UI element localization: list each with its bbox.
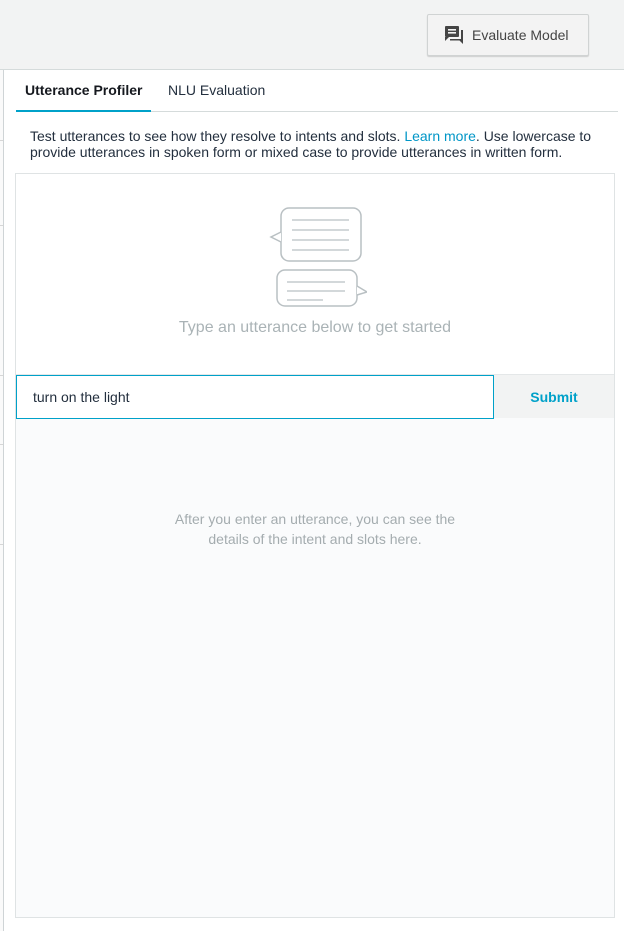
profiler-description: Test utterances to see how they resolve … — [30, 128, 610, 160]
results-placeholder-line-2: details of the intent and slots here. — [208, 531, 422, 547]
tab-bar: Utterance Profiler NLU Evaluation — [16, 70, 618, 112]
learn-more-link[interactable]: Learn more — [404, 128, 476, 144]
profiler-box: Type an utterance below to get started S… — [15, 173, 615, 918]
description-text-start: Test utterances to see how they resolve … — [30, 128, 405, 144]
empty-state-prompt: Type an utterance below to get started — [178, 319, 452, 336]
utterance-input[interactable] — [16, 375, 494, 419]
empty-state-hero: Type an utterance below to get started — [16, 174, 614, 374]
tab-nlu-evaluation[interactable]: NLU Evaluation — [168, 82, 265, 112]
chat-bubbles-icon — [443, 24, 465, 46]
results-placeholder: After you enter an utterance, you can se… — [16, 509, 614, 549]
evaluate-model-button[interactable]: Evaluate Model — [427, 14, 589, 56]
conversation-bubbles-icon — [269, 207, 367, 307]
results-placeholder-line-1: After you enter an utterance, you can se… — [174, 511, 456, 527]
submit-button[interactable]: Submit — [494, 375, 614, 419]
utterance-input-row: Submit — [16, 374, 614, 419]
utterance-profiler-panel: Utterance Profiler NLU Evaluation Test u… — [3, 70, 624, 931]
evaluate-model-label: Evaluate Model — [472, 27, 569, 43]
top-header: Evaluate Model — [0, 0, 624, 70]
tab-utterance-profiler[interactable]: Utterance Profiler — [16, 82, 151, 112]
